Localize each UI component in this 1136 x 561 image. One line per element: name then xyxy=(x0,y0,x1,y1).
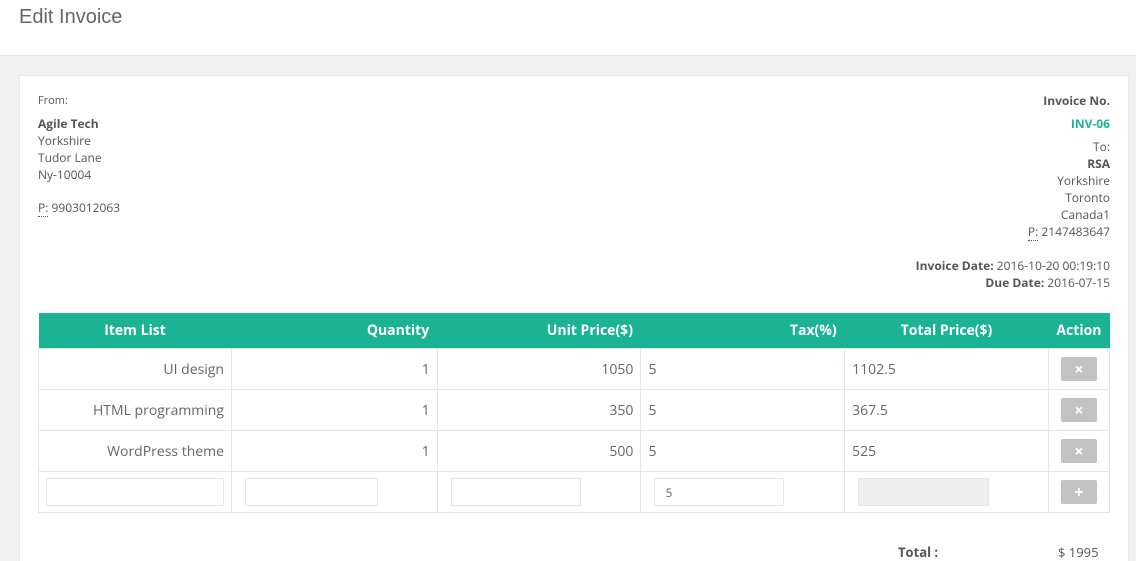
from-label: From: xyxy=(38,93,68,108)
invoice-date: 2016-10-20 00:19:10 xyxy=(996,257,1110,274)
action-cell: × xyxy=(1047,430,1111,472)
new-item-unit-price-input[interactable] xyxy=(450,478,581,506)
delete-row-button[interactable]: × xyxy=(1060,357,1097,381)
new-qty-cell xyxy=(231,471,438,513)
item-tax: 5 xyxy=(640,348,846,390)
column-header: Quantity xyxy=(231,313,438,349)
invoice-date-label: Invoice Date: xyxy=(915,257,994,274)
item-unit-price: 500 xyxy=(436,430,642,472)
delete-row-button[interactable]: × xyxy=(1060,398,1097,422)
item-unit-price: 350 xyxy=(436,389,642,431)
from-address-line: Yorkshire xyxy=(38,132,91,149)
total-label: Total : xyxy=(898,543,939,561)
new-item-name-input[interactable] xyxy=(46,478,224,506)
invoice-panel: From: Agile Tech Yorkshire Tudor Lane Ny… xyxy=(19,75,1129,561)
item-total: 1102.5 xyxy=(844,348,1049,390)
item-tax: 5 xyxy=(640,430,846,472)
page-header: Edit Invoice xyxy=(0,0,1136,56)
from-address-line: Ny-10004 xyxy=(38,166,92,183)
invoice-info: Invoice No. INV-06 To: RSA Yorkshire Tor… xyxy=(1027,92,1110,241)
table-row: HTML programming 1 350 5 367.5 × xyxy=(38,389,1111,431)
table-row: UI design 1 1050 5 1102.5 × xyxy=(38,348,1111,390)
action-cell: × xyxy=(1047,389,1111,431)
new-unit-cell xyxy=(436,471,642,513)
new-item-total-input xyxy=(858,478,990,506)
from-phone: P: 9903012063 xyxy=(38,199,121,217)
item-total: 367.5 xyxy=(844,389,1049,431)
column-header: Action xyxy=(1048,313,1110,349)
item-quantity: 1 xyxy=(231,348,438,390)
page-title: Edit Invoice xyxy=(19,6,123,28)
to-address-line: Canada1 xyxy=(1060,206,1110,223)
table-row: WordPress theme 1 500 5 525 × xyxy=(38,430,1111,472)
invoice-dates: Invoice Date: 2016-10-20 00:19:10 Due Da… xyxy=(916,257,1110,291)
item-name: HTML programming xyxy=(38,389,232,431)
action-cell: + xyxy=(1047,471,1111,513)
new-total-cell xyxy=(844,471,1049,513)
due-date: 2016-07-15 xyxy=(1047,274,1110,291)
to-address-line: Toronto xyxy=(1065,189,1110,206)
from-address: From: Agile Tech Yorkshire Tudor Lane Ny… xyxy=(38,92,121,217)
invoice-number-label: Invoice No. xyxy=(1043,92,1110,109)
invoice-date-row: Invoice Date: 2016-10-20 00:19:10 xyxy=(916,257,1110,274)
to-phone: P: 2147483647 xyxy=(1027,223,1110,241)
new-item-tax-input[interactable] xyxy=(654,478,785,506)
from-address-line: Tudor Lane xyxy=(38,149,102,166)
action-cell: × xyxy=(1047,348,1111,390)
due-date-label: Due Date: xyxy=(985,274,1045,291)
new-item-row: + xyxy=(38,471,1111,513)
item-quantity: 1 xyxy=(231,389,438,431)
column-header: Tax(%) xyxy=(640,313,845,349)
table-header-row: Item List Quantity Unit Price($) Tax(%) … xyxy=(38,313,1110,349)
item-unit-price: 1050 xyxy=(436,348,642,390)
new-item-quantity-input[interactable] xyxy=(245,478,378,506)
total-value: $ 1995 xyxy=(1058,543,1099,561)
column-header: Total Price($) xyxy=(844,313,1049,349)
column-header: Item List xyxy=(38,313,232,349)
item-total: 525 xyxy=(844,430,1049,472)
item-name: UI design xyxy=(38,348,232,390)
due-date-row: Due Date: 2016-07-15 xyxy=(916,274,1110,291)
to-name: RSA xyxy=(1087,155,1110,172)
new-item-cell xyxy=(38,471,232,513)
delete-row-button[interactable]: × xyxy=(1060,439,1097,463)
column-header: Unit Price($) xyxy=(437,313,641,349)
add-row-button[interactable]: + xyxy=(1060,480,1097,504)
item-tax: 5 xyxy=(640,389,846,431)
item-name: WordPress theme xyxy=(38,430,232,472)
invoice-items-table: Item List Quantity Unit Price($) Tax(%) … xyxy=(38,313,1111,513)
phone-abbr: P: xyxy=(38,199,49,217)
from-phone-number: 9903012063 xyxy=(51,199,121,216)
to-label: To: xyxy=(1093,138,1110,155)
to-phone-number: 2147483647 xyxy=(1041,223,1110,240)
invoice-number: INV-06 xyxy=(1070,115,1110,132)
from-name: Agile Tech xyxy=(38,115,99,132)
phone-abbr: P: xyxy=(1027,223,1039,241)
new-tax-cell xyxy=(640,471,846,513)
to-address-line: Yorkshire xyxy=(1057,172,1110,189)
item-quantity: 1 xyxy=(231,430,438,472)
